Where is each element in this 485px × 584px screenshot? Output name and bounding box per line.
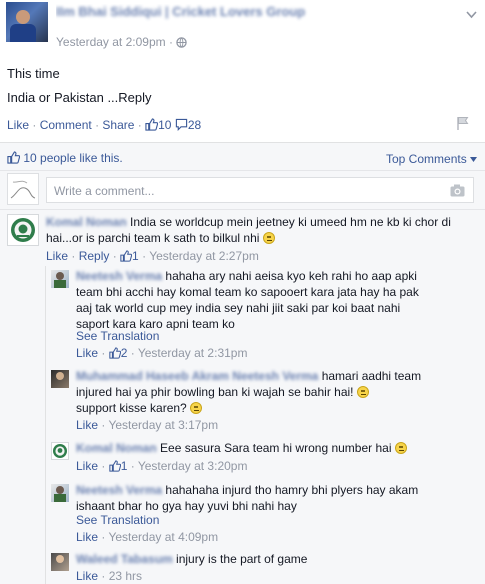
reply-like-button[interactable]: Like bbox=[76, 459, 98, 473]
thumbs-up-icon bbox=[109, 460, 121, 476]
reply-body: Waleed Tabasum injury is the part of gam… bbox=[76, 552, 308, 566]
divider bbox=[0, 209, 485, 210]
comment-input-placeholder: Write a comment... bbox=[54, 184, 155, 198]
comment-count-link[interactable]: 28 bbox=[175, 118, 201, 132]
reply-timestamp[interactable]: Yesterday at 3:17pm bbox=[108, 418, 218, 432]
comment-button[interactable]: Comment bbox=[40, 118, 92, 132]
comment-timestamp[interactable]: Yesterday at 2:27pm bbox=[149, 249, 259, 263]
reply-like-button[interactable]: Like bbox=[76, 418, 98, 432]
camera-icon[interactable] bbox=[450, 184, 465, 200]
reply-author[interactable]: Neetesh Verma bbox=[76, 269, 162, 283]
reply-avatar[interactable] bbox=[51, 553, 69, 571]
reply-author[interactable]: Neetesh Verma bbox=[76, 483, 162, 497]
likes-summary-text[interactable]: 10 people like this. bbox=[23, 151, 122, 165]
reply-timestamp[interactable]: Yesterday at 4:09pm bbox=[108, 530, 218, 544]
comment-body: Komal Noman India se worldcup mein jeetn… bbox=[46, 215, 451, 245]
commenter-avatar[interactable] bbox=[7, 214, 39, 246]
like-count-link[interactable]: 10 bbox=[145, 118, 175, 132]
reply-actions: Like · Yesterday at 3:17pm bbox=[76, 418, 219, 432]
see-translation-link[interactable]: See Translation bbox=[76, 512, 159, 528]
reply-author[interactable]: Waleed Tabasum bbox=[76, 552, 173, 566]
audience-globe-icon[interactable] bbox=[176, 37, 188, 51]
reply-timestamp[interactable]: Yesterday at 2:31pm bbox=[138, 346, 248, 360]
top-comments-dropdown[interactable]: Top Comments bbox=[386, 151, 478, 166]
see-translation-link[interactable]: See Translation bbox=[76, 328, 159, 344]
reply-like-button[interactable]: Like bbox=[76, 569, 98, 583]
comment-reply-button[interactable]: Reply bbox=[79, 249, 110, 263]
speech-bubble-icon bbox=[175, 118, 188, 134]
reply-body: Muhammad Haseeb Akram Neetesh Verma hama… bbox=[76, 369, 422, 415]
divider bbox=[0, 170, 485, 171]
reply-actions: Like · 1 · Yesterday at 3:20pm bbox=[76, 458, 247, 476]
reply-body: Neetesh Verma hahahaha injurd tho hamry … bbox=[76, 483, 419, 513]
reply-author[interactable]: Komal Noman bbox=[76, 441, 157, 455]
reply-author[interactable]: Muhammad Haseeb Akram bbox=[76, 369, 229, 383]
reply-timestamp[interactable]: Yesterday at 3:20pm bbox=[138, 459, 248, 473]
viewer-avatar bbox=[7, 173, 39, 205]
reply-actions: Like · Yesterday at 4:09pm bbox=[76, 530, 219, 544]
comment-input[interactable]: Write a comment... bbox=[46, 177, 474, 203]
likes-summary[interactable]: 10 people like this. bbox=[7, 151, 123, 167]
post-text-line2: India or Pakistan ...Reply bbox=[7, 90, 152, 105]
reply-like-button[interactable]: Like bbox=[76, 530, 98, 544]
reply-body: Neetesh Verma hahaha ary nahi aeisa kyo … bbox=[76, 269, 419, 331]
reply-like-count[interactable]: 1 bbox=[109, 459, 127, 476]
like-button[interactable]: Like bbox=[7, 118, 29, 132]
reply-thread-line bbox=[45, 266, 46, 584]
post-author-name[interactable]: IIm Bhai Siddiqui | Cricket Lovers Group bbox=[56, 4, 305, 19]
flag-icon[interactable] bbox=[456, 116, 470, 133]
reply-actions: Like · 23 hrs bbox=[76, 569, 143, 583]
thumbs-up-icon bbox=[120, 250, 133, 266]
post-timestamp[interactable]: Yesterday at 2:09pm bbox=[56, 35, 166, 49]
post-text-line1: This time bbox=[7, 66, 60, 81]
post-author-avatar[interactable] bbox=[6, 2, 48, 42]
post-meta: Yesterday at 2:09pm · bbox=[56, 35, 188, 51]
comment-author[interactable]: Komal Noman bbox=[46, 215, 127, 229]
smile-emoji-icon bbox=[262, 232, 275, 244]
top-comments-label[interactable]: Top Comments bbox=[386, 152, 467, 166]
frown-emoji-icon bbox=[356, 386, 369, 398]
reply-timestamp[interactable]: 23 hrs bbox=[109, 569, 142, 583]
thumbs-up-icon bbox=[7, 151, 21, 167]
frown-emoji-icon bbox=[394, 442, 407, 454]
comment-like-count[interactable]: 1 bbox=[120, 249, 139, 263]
comment-actions: Like · Reply · 1 · Yesterday at 2:27pm bbox=[46, 248, 259, 266]
chevron-down-icon bbox=[470, 151, 478, 165]
thumbs-up-icon bbox=[145, 118, 159, 134]
comment-like-button[interactable]: Like bbox=[46, 249, 68, 263]
reply-avatar[interactable] bbox=[51, 370, 69, 388]
reply-mention[interactable]: Neetesh Verma bbox=[232, 369, 318, 383]
share-button[interactable]: Share bbox=[102, 118, 134, 132]
reply-like-button[interactable]: Like bbox=[76, 346, 98, 360]
frown-emoji-icon bbox=[190, 402, 203, 414]
reply-body: Komal Noman Eee sasura Sara team hi wron… bbox=[76, 440, 456, 456]
reply-avatar[interactable] bbox=[51, 484, 69, 502]
post-actions: Like · Comment · Share · 10 28 bbox=[7, 118, 202, 132]
post-options-chevron-icon[interactable] bbox=[466, 8, 477, 22]
reply-avatar[interactable] bbox=[51, 270, 69, 288]
reply-actions: Like · 2 · Yesterday at 2:31pm bbox=[76, 345, 247, 363]
thumbs-up-icon bbox=[109, 347, 121, 363]
reply-like-count[interactable]: 2 bbox=[109, 346, 127, 363]
reply-avatar[interactable] bbox=[51, 442, 69, 460]
